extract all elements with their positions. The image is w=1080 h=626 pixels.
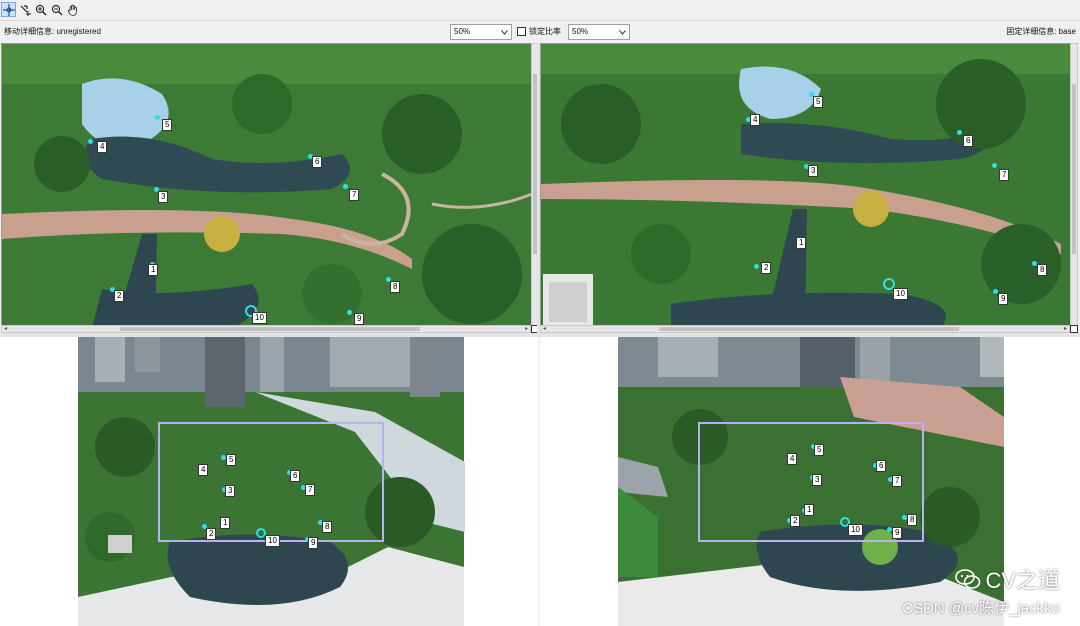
- moving-zoom-value: 50%: [454, 27, 471, 36]
- pan-hand-icon[interactable]: [65, 2, 80, 17]
- control-point-label[interactable]: 7: [349, 189, 360, 201]
- lock-ratio-label: 锁定比率: [529, 27, 561, 36]
- control-point-label[interactable]: 1: [796, 237, 807, 249]
- control-point-label[interactable]: 4: [198, 464, 209, 476]
- moving-detail-view[interactable]: 1 2 3 4 5 6 7 8 9 10: [1, 43, 533, 327]
- chevron-down-icon: [499, 25, 509, 39]
- moving-zoom-select[interactable]: 50%: [450, 24, 512, 40]
- control-point-label[interactable]: 5: [813, 96, 824, 108]
- fixed-detail-label: 固定详细信息: base: [1006, 27, 1076, 36]
- control-point-label[interactable]: 6: [876, 460, 887, 472]
- fixed-zoom-select[interactable]: 50%: [568, 24, 630, 40]
- add-point-tool-icon[interactable]: [17, 2, 32, 17]
- moving-horizontal-scrollbar[interactable]: ◂ ▸: [1, 325, 531, 333]
- control-point-marker[interactable]: [957, 130, 962, 135]
- control-point-label[interactable]: 2: [206, 528, 217, 540]
- control-point-label[interactable]: 10: [848, 524, 863, 536]
- control-point-label[interactable]: 1: [804, 504, 815, 516]
- watermark-brand: CV之道: [985, 568, 1060, 593]
- wechat-icon: [955, 569, 981, 589]
- control-point-marker[interactable]: [343, 184, 348, 189]
- control-point-label[interactable]: 9: [354, 313, 365, 325]
- moving-detail-roi-frame[interactable]: [158, 422, 384, 542]
- control-point-marker[interactable]: [88, 139, 93, 144]
- control-point-label[interactable]: 2: [761, 262, 772, 274]
- control-point-label[interactable]: 6: [290, 470, 301, 482]
- fixed-scroll-corner: [1070, 325, 1078, 333]
- control-point-label[interactable]: 2: [790, 515, 801, 527]
- control-point-label[interactable]: 8: [390, 281, 401, 293]
- control-point-label[interactable]: 6: [312, 156, 323, 168]
- control-point-label[interactable]: 3: [808, 165, 819, 177]
- control-point-label[interactable]: 8: [907, 514, 918, 526]
- zoom-in-icon[interactable]: [33, 2, 48, 17]
- lock-ratio-box[interactable]: [517, 27, 526, 36]
- control-point-marker[interactable]: [155, 115, 160, 120]
- control-point-label[interactable]: 3: [158, 191, 169, 203]
- control-point-label[interactable]: 10: [252, 312, 267, 324]
- fixed-zoom-value: 50%: [572, 27, 589, 36]
- fixed-detail-view[interactable]: 1 2 3 4 5 6 7 8 9 10: [540, 43, 1072, 327]
- watermark-credit: CSDN @cv陈伊_jackko: [902, 600, 1060, 617]
- control-point-label[interactable]: 8: [1037, 264, 1048, 276]
- chevron-down-icon: [617, 25, 627, 39]
- control-point-label[interactable]: 2: [114, 290, 125, 302]
- fixed-detail-image: [541, 44, 1071, 326]
- watermark: CV之道 CSDN @cv陈伊_jackko: [902, 563, 1060, 618]
- moving-detail-label: 移动详细信息: unregistered: [4, 27, 101, 36]
- control-point-label[interactable]: 5: [226, 454, 237, 466]
- control-point-label[interactable]: 9: [998, 293, 1009, 305]
- zoom-out-icon[interactable]: [49, 2, 64, 17]
- control-point-label[interactable]: 9: [308, 537, 319, 549]
- control-point-label[interactable]: 3: [225, 485, 236, 497]
- control-point-label[interactable]: 10: [893, 288, 908, 300]
- control-point-label[interactable]: 1: [220, 517, 231, 529]
- control-point-label[interactable]: 7: [999, 169, 1010, 181]
- control-point-label[interactable]: 9: [892, 527, 903, 539]
- control-point-label[interactable]: 4: [787, 453, 798, 465]
- control-point-label[interactable]: 10: [265, 535, 280, 547]
- control-point-label[interactable]: 5: [162, 119, 173, 131]
- fixed-detail-roi-frame[interactable]: [698, 422, 924, 542]
- control-point-marker[interactable]: [992, 163, 997, 168]
- toolbar: [0, 0, 1080, 21]
- control-point-label[interactable]: 1: [148, 264, 159, 276]
- control-point-label[interactable]: 7: [305, 484, 316, 496]
- moving-overview-view[interactable]: 1 2 3 4 5 6 7 8 9 10: [0, 337, 538, 626]
- info-bar: 移动详细信息: unregistered 50% 锁定比率 50% 固定详细信息…: [0, 21, 1080, 43]
- select-points-tool-icon[interactable]: [1, 2, 16, 17]
- control-point-label[interactable]: 4: [97, 141, 108, 153]
- fixed-horizontal-scrollbar[interactable]: ◂ ▸: [540, 325, 1070, 333]
- control-point-label[interactable]: 6: [963, 135, 974, 147]
- control-point-label[interactable]: 5: [814, 444, 825, 456]
- control-point-label[interactable]: 3: [812, 474, 823, 486]
- control-point-marker[interactable]: [754, 264, 759, 269]
- fixed-vertical-scrollbar[interactable]: [1070, 43, 1078, 327]
- control-point-label[interactable]: 7: [892, 475, 903, 487]
- control-point-label[interactable]: 8: [322, 521, 333, 533]
- control-point-marker[interactable]: [347, 310, 352, 315]
- lock-ratio-checkbox[interactable]: 锁定比率: [517, 26, 561, 37]
- moving-detail-image: [2, 44, 532, 326]
- control-point-label[interactable]: 4: [750, 114, 761, 126]
